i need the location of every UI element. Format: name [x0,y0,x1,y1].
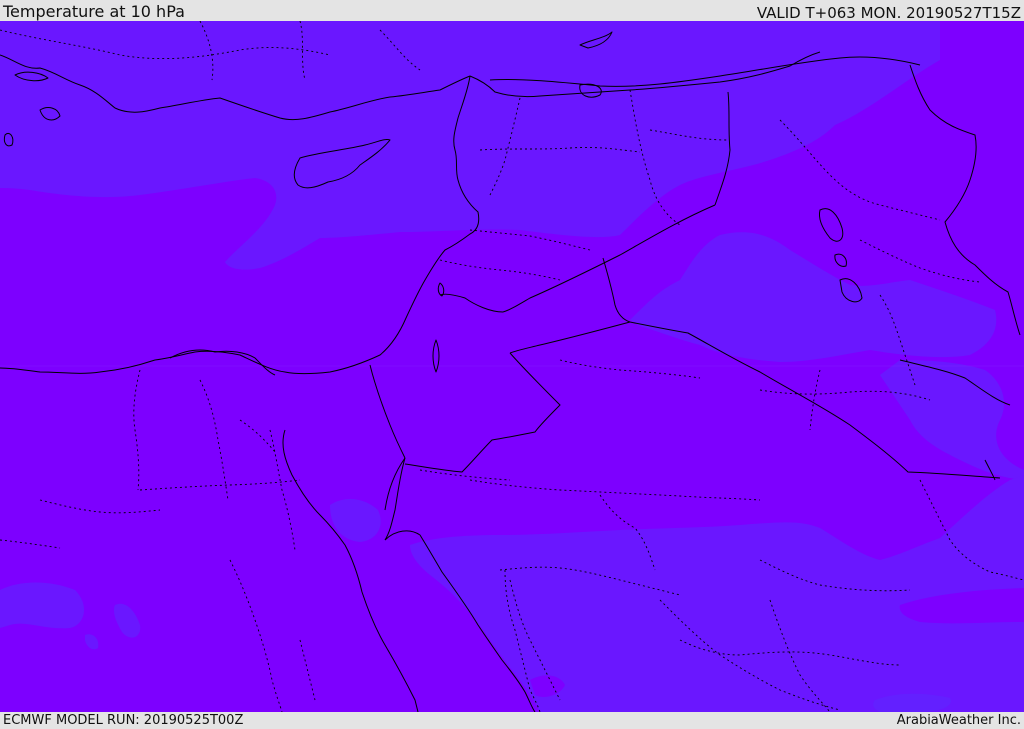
credit-text: ArabiaWeather Inc. [896,713,1021,728]
weather-map[interactable] [0,21,1024,712]
model-run: ECMWF MODEL RUN: 20190525T00Z [3,713,244,728]
cool-patch-west [0,582,85,629]
valid-time: VALID T+063 MON. 20190527T15Z [756,4,1021,22]
map-title: Temperature at 10 hPa [3,2,185,21]
map-canvas[interactable] [0,21,1024,712]
footer-bar: ECMWF MODEL RUN: 20190525T00Z ArabiaWeat… [0,712,1024,729]
header-bar: Temperature at 10 hPa VALID T+063 MON. 2… [0,0,1024,21]
